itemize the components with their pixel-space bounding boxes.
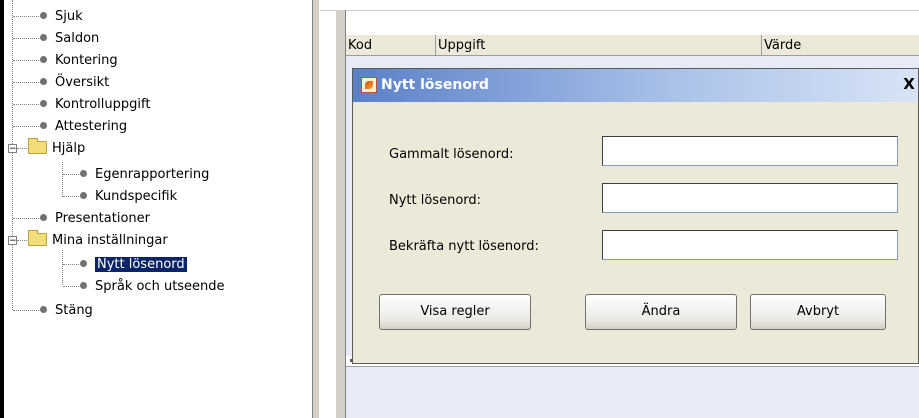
- tree-connector: [13, 104, 39, 105]
- bullet-icon: [40, 56, 47, 63]
- tree-connector: [12, 0, 13, 310]
- tree-connector: [63, 264, 79, 265]
- old-password-label: Gammalt lösenord:: [389, 147, 514, 162]
- tree-connector: [63, 196, 79, 197]
- tree-connector: [13, 38, 39, 39]
- confirm-password-label: Bekräfta nytt lösenord:: [389, 239, 539, 254]
- tree-item-label: Mina inställningar: [52, 233, 168, 248]
- tree-item-sprak-och-utseende[interactable]: Språk och utseende: [80, 277, 225, 296]
- tree-item-kontering[interactable]: Kontering: [40, 51, 118, 70]
- tree-item-nytt-losenord[interactable]: Nytt lösenord: [80, 255, 187, 274]
- close-button[interactable]: X: [900, 76, 918, 94]
- navigation-tree: − − Sjuk Saldon Kontering Översikt Kontr…: [0, 0, 310, 418]
- tree-item-egenrapportering[interactable]: Egenrapportering: [80, 165, 209, 184]
- split-pane-divider[interactable]: [312, 0, 320, 418]
- tree-connector: [13, 310, 39, 311]
- tree-item-label: Stäng: [55, 303, 93, 318]
- tree-item-attestering[interactable]: Attestering: [40, 117, 127, 136]
- tree-folder-hjalp[interactable]: Hjälp: [28, 138, 86, 158]
- tree-connector: [13, 16, 39, 17]
- tree-connector: [13, 126, 39, 127]
- show-rules-button[interactable]: Visa regler: [379, 294, 531, 330]
- tree-item-label: Hjälp: [52, 141, 86, 156]
- folder-open-icon: [28, 138, 47, 154]
- tree-item-label: Egenrapportering: [95, 167, 210, 182]
- bullet-icon: [80, 192, 87, 199]
- tree-item-sjuk[interactable]: Sjuk: [40, 7, 83, 26]
- bullet-icon: [40, 100, 47, 107]
- tree-item-label: Kundspecifik: [95, 189, 178, 204]
- tree-item-saldon[interactable]: Saldon: [40, 29, 99, 48]
- collapse-toggle-icon[interactable]: −: [8, 236, 17, 246]
- bullet-icon: [40, 122, 47, 129]
- tree-item-stang[interactable]: Stäng: [40, 301, 93, 320]
- cancel-button[interactable]: Avbryt: [750, 294, 886, 330]
- tree-item-label: Presentationer: [55, 211, 150, 226]
- table-header: Kod Uppgift Värde: [346, 34, 919, 56]
- tree-item-presentationer[interactable]: Presentationer: [40, 209, 150, 228]
- dialog-titlebar[interactable]: Nytt lösenord X: [353, 69, 918, 102]
- tree-connector: [62, 162, 63, 197]
- tree-item-label: Språk och utseende: [95, 279, 225, 294]
- bullet-icon: [40, 12, 47, 19]
- column-header-varde[interactable]: Värde: [762, 35, 919, 56]
- tree-connector: [13, 218, 39, 219]
- panel-left-frame: [336, 10, 346, 418]
- bullet-icon: [80, 282, 87, 289]
- change-button[interactable]: Ändra: [585, 294, 737, 330]
- panel-top-strip: [320, 0, 919, 11]
- tree-connector: [63, 174, 79, 175]
- bullet-icon: [40, 306, 47, 313]
- tree-item-kontrolluppgift[interactable]: Kontrolluppgift: [40, 95, 150, 114]
- tree-item-label: Attestering: [55, 119, 128, 134]
- tree-folder-mina-installningar[interactable]: Mina inställningar: [28, 230, 168, 250]
- tree-connector: [17, 148, 27, 149]
- tree-connector: [62, 250, 63, 285]
- new-password-label: Nytt lösenord:: [389, 193, 482, 208]
- old-password-field[interactable]: [602, 136, 898, 166]
- change-password-dialog: Nytt lösenord X Gammalt lösenord: Nytt l…: [352, 68, 919, 364]
- tree-item-kundspecifik[interactable]: Kundspecifik: [80, 187, 177, 206]
- bullet-icon: [80, 260, 87, 267]
- tree-connector: [17, 240, 27, 241]
- tree-item-label: Kontrolluppgift: [55, 97, 151, 112]
- tree-item-label: Sjuk: [55, 9, 83, 24]
- bullet-icon: [40, 78, 47, 85]
- java-icon: [361, 77, 377, 93]
- tree-item-label: Saldon: [55, 31, 100, 46]
- folder-open-icon: [28, 230, 47, 246]
- tree-item-label: Översikt: [55, 75, 110, 90]
- tree-connector: [13, 82, 39, 83]
- column-header-uppgift[interactable]: Uppgift: [436, 35, 762, 56]
- bullet-icon: [80, 170, 87, 177]
- tree-connector: [13, 60, 39, 61]
- panel-edge: [0, 0, 4, 418]
- bullet-icon: [40, 34, 47, 41]
- new-password-field[interactable]: [602, 183, 898, 213]
- bullet-icon: [40, 214, 47, 221]
- tree-item-oversikt[interactable]: Översikt: [40, 73, 109, 92]
- dialog-title: Nytt lösenord: [381, 77, 489, 93]
- tree-item-label-selected: Nytt lösenord: [95, 257, 187, 272]
- column-header-kod[interactable]: Kod: [346, 35, 436, 56]
- tree-connector: [63, 286, 79, 287]
- confirm-password-field[interactable]: [602, 230, 898, 260]
- tree-item-label: Kontering: [55, 53, 118, 68]
- collapse-toggle-icon[interactable]: −: [8, 144, 17, 154]
